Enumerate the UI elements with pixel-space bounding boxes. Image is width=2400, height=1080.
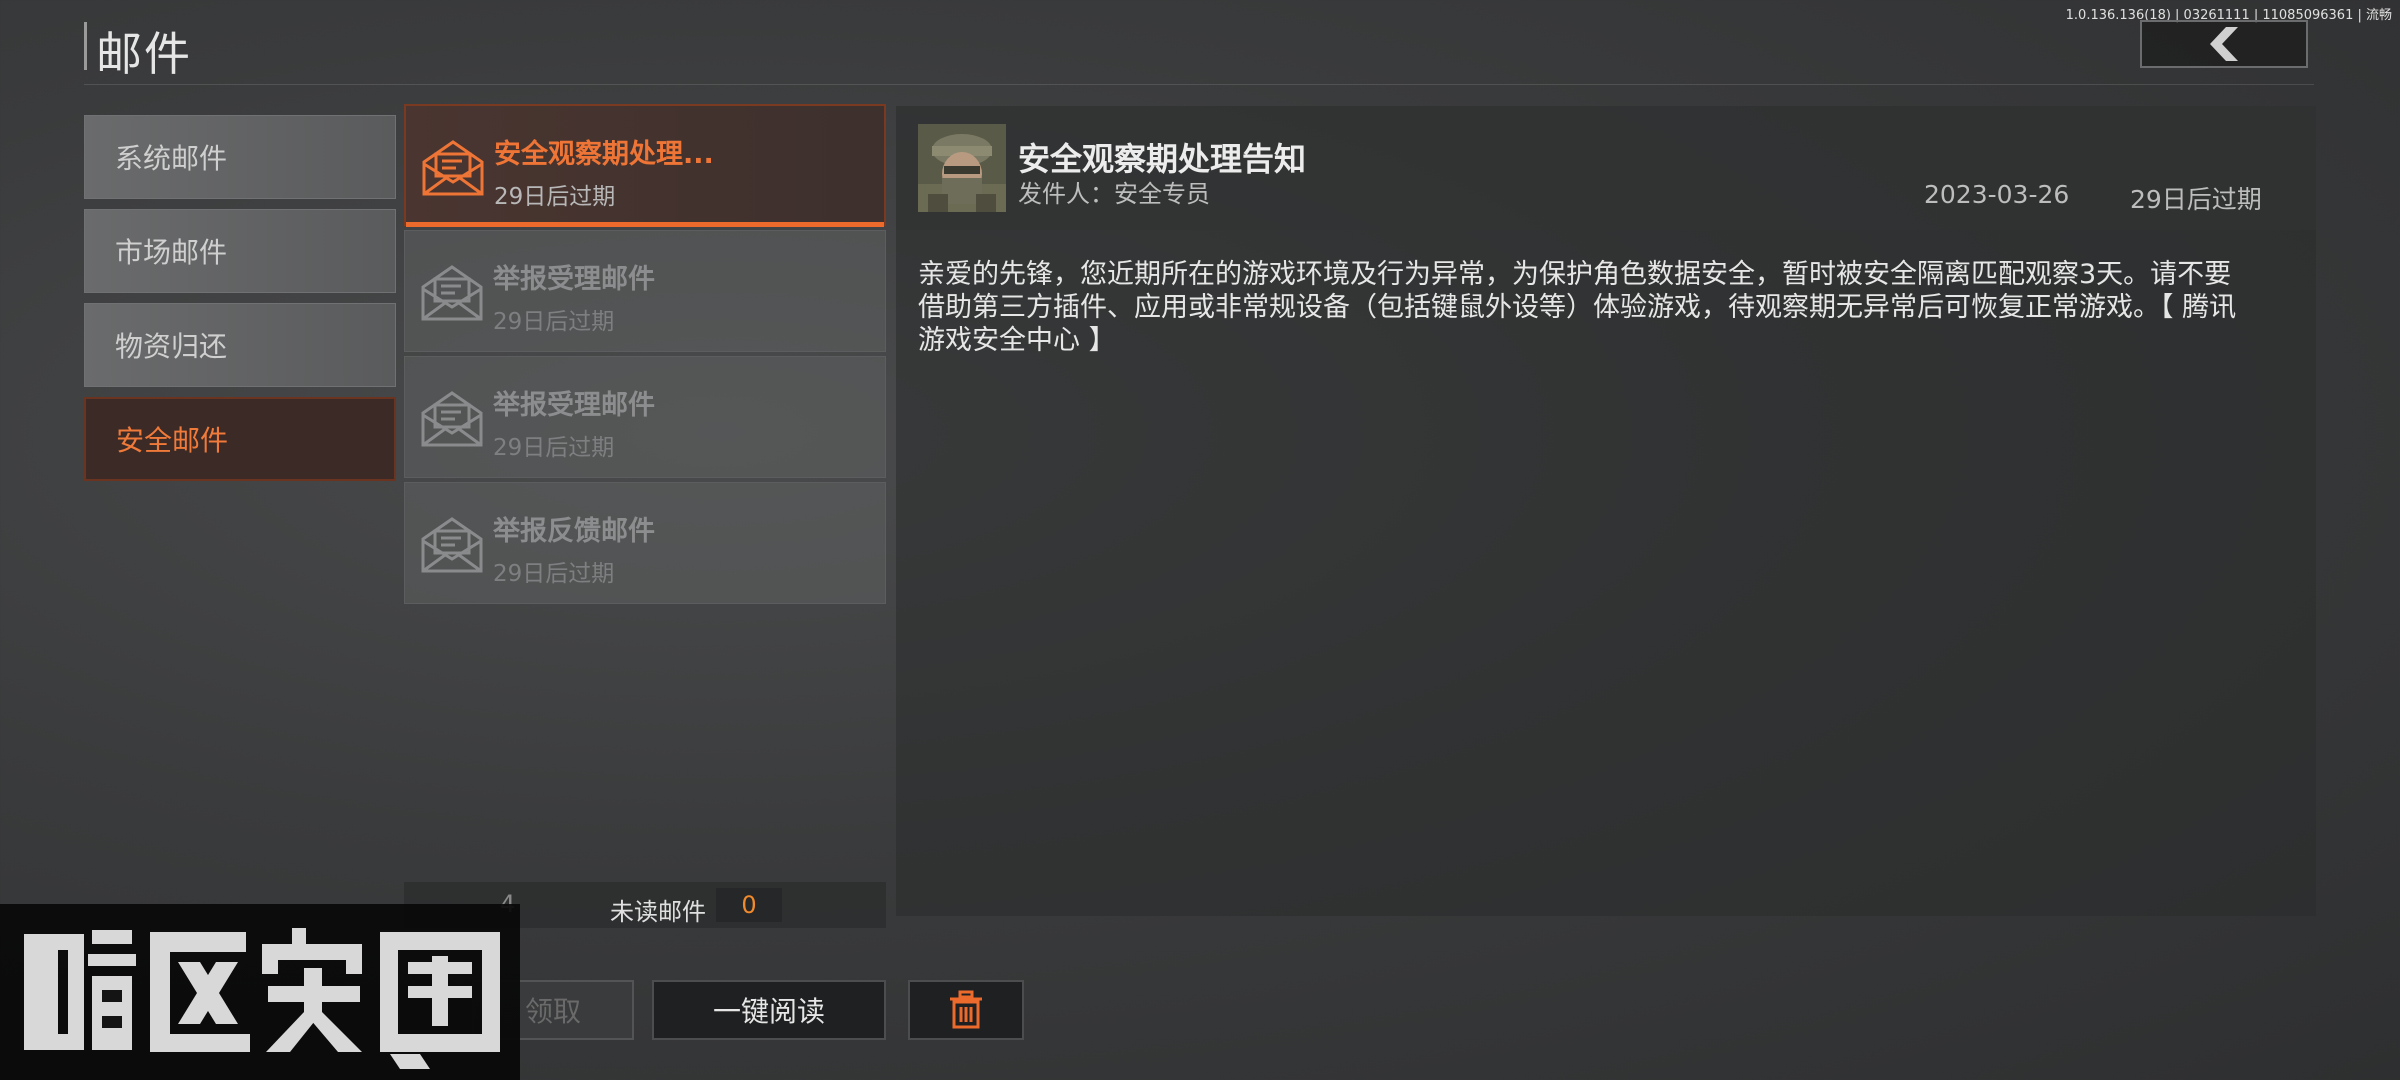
mail-title: 举报受理邮件: [493, 390, 655, 421]
unread-label: 未读邮件: [610, 898, 706, 926]
mail-date: 2023-03-26: [1924, 180, 2070, 209]
mail-detail-expiry: 29日后过期: [2130, 185, 2262, 214]
mail-title: 举报受理邮件: [493, 264, 655, 295]
list-item[interactable]: 举报受理邮件 29日后过期: [404, 230, 886, 352]
game-logo-mark: [24, 928, 500, 1069]
page-title: 邮件: [96, 27, 192, 81]
open-envelope-icon: [421, 391, 483, 447]
mail-list: 安全观察期处理... 29日后过期 举报受理邮件 29日后过期 举报受理邮件 2…: [404, 104, 886, 608]
sidebar-item-label: 安全邮件: [116, 424, 229, 457]
mail-title: 安全观察期处理...: [494, 139, 714, 170]
mail-body-text: 亲爱的先锋，您近期所在的游戏环境及行为异常，为保护角色数据安全，暂时被安全隔离匹…: [918, 259, 2237, 356]
game-logo: [0, 904, 520, 1080]
sidebar-item-market-mail[interactable]: 市场邮件: [84, 209, 396, 293]
mail-detail-header: 安全观察期处理告知 发件人：安全专员 2023-03-26 29日后过期: [896, 106, 2316, 230]
sidebar-item-label: 系统邮件: [115, 142, 228, 175]
list-item[interactable]: 举报受理邮件 29日后过期: [404, 356, 886, 478]
sidebar-item-label: 市场邮件: [115, 236, 228, 269]
open-envelope-icon: [422, 140, 484, 196]
sidebar-item-supply-return[interactable]: 物资归还: [84, 303, 396, 387]
read-all-button[interactable]: 一键阅读: [652, 980, 886, 1040]
claim-button-label: 领取: [524, 995, 581, 1028]
list-item[interactable]: 举报反馈邮件 29日后过期: [404, 482, 886, 604]
sidebar-item-security-mail[interactable]: 安全邮件: [84, 397, 396, 481]
mail-detail-panel: 安全观察期处理告知 发件人：安全专员 2023-03-26 29日后过期 亲爱的…: [896, 106, 2316, 916]
open-envelope-icon: [421, 517, 483, 573]
mail-expiry: 29日后过期: [494, 184, 616, 210]
sender-avatar: [918, 124, 1006, 212]
open-envelope-icon: [421, 265, 483, 321]
list-item[interactable]: 安全观察期处理... 29日后过期: [404, 104, 886, 227]
title-accent-bar: [84, 22, 87, 70]
mail-expiry: 29日后过期: [493, 309, 615, 335]
unread-count-badge: 0: [716, 888, 782, 922]
read-all-button-label: 一键阅读: [712, 995, 825, 1028]
mail-category-sidebar: 系统邮件 市场邮件 物资归还 安全邮件: [84, 115, 396, 491]
delete-button[interactable]: [908, 980, 1024, 1040]
mail-expiry: 29日后过期: [493, 435, 615, 461]
chevron-left-icon: [2210, 27, 2238, 61]
mail-sender: 发件人：安全专员: [1018, 180, 1210, 208]
back-button[interactable]: [2140, 20, 2308, 68]
header-divider: [84, 84, 2314, 85]
sidebar-item-label: 物资归还: [115, 330, 228, 363]
sidebar-item-system-mail[interactable]: 系统邮件: [84, 115, 396, 199]
trash-icon: [950, 990, 982, 1029]
mail-expiry: 29日后过期: [493, 561, 615, 587]
mail-title: 举报反馈邮件: [493, 516, 655, 547]
